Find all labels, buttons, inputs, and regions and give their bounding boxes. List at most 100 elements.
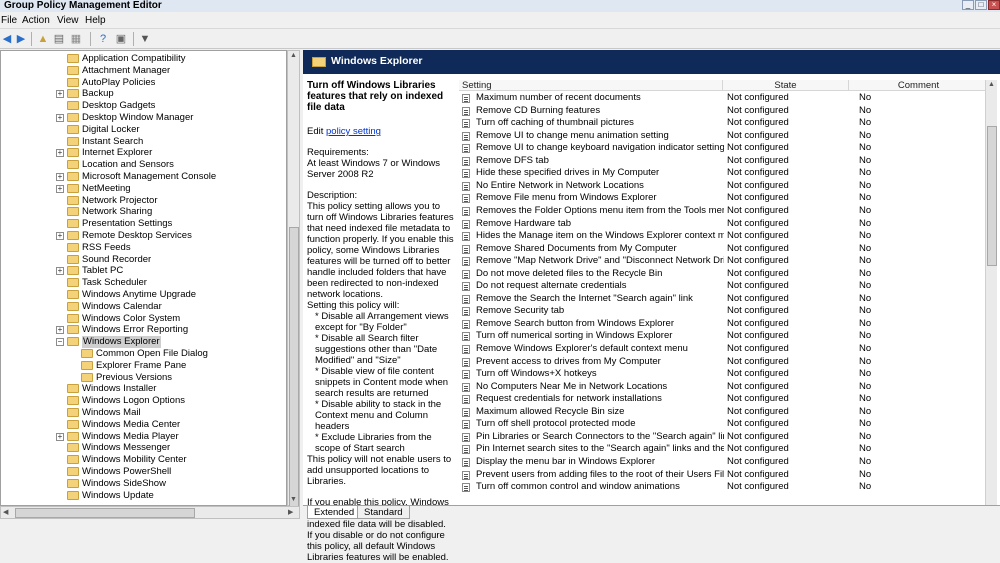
tree-item[interactable]: Previous Versions bbox=[1, 372, 286, 384]
setting-row[interactable]: Pin Libraries or Search Connectors to th… bbox=[459, 431, 997, 444]
tree-item[interactable]: Task Scheduler bbox=[1, 277, 286, 289]
setting-row[interactable]: Maximum allowed Recycle Bin size Not conf… bbox=[459, 406, 997, 419]
setting-row[interactable]: Request credentials for network installa… bbox=[459, 393, 997, 406]
setting-row[interactable]: Remove File menu from Windows Explorer No… bbox=[459, 192, 997, 205]
setting-row[interactable]: Hide these specified drives in My Comput… bbox=[459, 167, 997, 180]
close-button[interactable]: × bbox=[988, 0, 1000, 10]
restore-button[interactable]: □ bbox=[975, 0, 987, 10]
list-vertical-scrollbar[interactable]: ▲ bbox=[985, 80, 997, 510]
expand-icon[interactable]: + bbox=[56, 114, 64, 122]
setting-row[interactable]: Prevent users from adding files to the r… bbox=[459, 469, 997, 482]
properties-icon[interactable]: ▣ bbox=[114, 32, 128, 46]
setting-row[interactable]: Remove Search button from Windows Explor… bbox=[459, 318, 997, 331]
tree-item[interactable]: Windows SideShow bbox=[1, 478, 286, 490]
tree-item[interactable]: RSS Feeds bbox=[1, 242, 286, 254]
tree-item[interactable]: Windows Installer bbox=[1, 383, 286, 395]
setting-row[interactable]: Remove Shared Documents from My Computer… bbox=[459, 243, 997, 256]
tree-item[interactable]: − Windows Explorer bbox=[1, 336, 286, 349]
setting-row[interactable]: Remove UI to change keyboard navigation … bbox=[459, 142, 997, 155]
scroll-up-icon[interactable]: ▲ bbox=[290, 52, 297, 59]
setting-row[interactable]: Pin Internet search sites to the "Search… bbox=[459, 443, 997, 456]
tree-item[interactable]: Attachment Manager bbox=[1, 65, 286, 77]
tree-item[interactable]: Desktop Gadgets bbox=[1, 100, 286, 112]
column-header-setting[interactable]: Setting bbox=[459, 80, 723, 91]
export-list-icon[interactable]: ▦ bbox=[69, 32, 83, 46]
setting-row[interactable]: Display the menu bar in Windows Explorer… bbox=[459, 456, 997, 469]
up-folder-icon[interactable]: ▲ bbox=[36, 32, 50, 46]
tree-item[interactable]: + Remote Desktop Services bbox=[1, 230, 286, 242]
tree-item[interactable]: Windows Mail bbox=[1, 407, 286, 419]
tree-item[interactable]: + Microsoft Management Console bbox=[1, 171, 286, 183]
tree-item[interactable]: + Backup bbox=[1, 88, 286, 100]
tree-item[interactable]: Explorer Frame Pane bbox=[1, 360, 286, 372]
tree-item[interactable]: Network Projector bbox=[1, 195, 286, 207]
setting-row[interactable]: Do not move deleted files to the Recycle… bbox=[459, 268, 997, 281]
minimize-button[interactable]: _ bbox=[962, 0, 974, 10]
setting-row[interactable]: Turn off shell protocol protected mode No… bbox=[459, 418, 997, 431]
expand-icon[interactable]: + bbox=[56, 173, 64, 181]
setting-row[interactable]: Turn off caching of thumbnail pictures No… bbox=[459, 117, 997, 130]
expand-icon[interactable]: + bbox=[56, 184, 64, 193]
tree-item[interactable]: Sound Recorder bbox=[1, 254, 286, 266]
tree-horizontal-scrollbar[interactable]: ◀ ▶ bbox=[0, 506, 300, 519]
tree-item[interactable]: Windows Media Center bbox=[1, 419, 286, 431]
setting-row[interactable]: Remove the Search the Internet "Search a… bbox=[459, 293, 997, 306]
tree-item[interactable]: Application Compatibility bbox=[1, 53, 286, 65]
help-icon[interactable]: ? bbox=[96, 32, 110, 46]
expand-icon[interactable]: + bbox=[56, 267, 64, 276]
tree-item[interactable]: + Desktop Window Manager bbox=[1, 112, 286, 124]
collapse-icon[interactable]: − bbox=[56, 338, 64, 347]
tree-item[interactable]: Windows PowerShell bbox=[1, 466, 286, 478]
setting-row[interactable]: Removes the Folder Options menu item fro… bbox=[459, 205, 997, 218]
setting-row[interactable]: Remove CD Burning features Not configured… bbox=[459, 105, 997, 118]
show-hide-tree-icon[interactable]: ▤ bbox=[52, 32, 66, 46]
tree-item[interactable]: + Tablet PC bbox=[1, 265, 286, 277]
tree-item[interactable]: + Windows Media Player bbox=[1, 431, 286, 443]
tree-item[interactable]: Windows Update bbox=[1, 490, 286, 502]
scroll-up-icon[interactable]: ▲ bbox=[988, 81, 995, 88]
tree-vertical-scrollbar[interactable]: ▲ ▼ bbox=[287, 50, 300, 517]
expand-icon[interactable]: + bbox=[56, 432, 64, 441]
setting-row[interactable]: Hides the Manage item on the Windows Exp… bbox=[459, 230, 997, 243]
edit-policy-link[interactable]: policy setting bbox=[326, 126, 381, 137]
scroll-thumb[interactable] bbox=[987, 126, 997, 266]
tree-item[interactable]: + Internet Explorer bbox=[1, 147, 286, 159]
back-icon[interactable]: ◀ bbox=[0, 32, 14, 46]
scroll-left-icon[interactable]: ◀ bbox=[3, 508, 8, 516]
setting-row[interactable]: Remove Security tab Not configured No bbox=[459, 305, 997, 318]
setting-row[interactable]: Turn off common control and window anima… bbox=[459, 481, 997, 494]
tree-item[interactable]: Digital Locker bbox=[1, 124, 286, 136]
expand-icon[interactable]: + bbox=[56, 326, 64, 335]
tree-item[interactable]: Windows Anytime Upgrade bbox=[1, 289, 286, 301]
scroll-thumb[interactable] bbox=[15, 508, 195, 518]
expand-icon[interactable]: + bbox=[56, 232, 64, 240]
column-header-comment[interactable]: Comment bbox=[849, 80, 989, 91]
setting-row[interactable]: Remove DFS tab Not configured No bbox=[459, 155, 997, 168]
setting-row[interactable]: No Entire Network in Network Locations No… bbox=[459, 180, 997, 193]
setting-row[interactable]: No Computers Near Me in Network Location… bbox=[459, 381, 997, 394]
tab-extended[interactable]: Extended bbox=[307, 506, 362, 519]
expand-icon[interactable]: + bbox=[56, 149, 64, 158]
tree-item[interactable]: AutoPlay Policies bbox=[1, 77, 286, 89]
menu-file[interactable]: File bbox=[1, 15, 17, 26]
expand-icon[interactable]: + bbox=[56, 90, 64, 99]
menu-view[interactable]: View bbox=[57, 15, 79, 26]
tree-item[interactable]: Windows Messenger bbox=[1, 442, 286, 454]
tab-standard[interactable]: Standard bbox=[357, 506, 410, 519]
tree-item[interactable]: Windows Calendar bbox=[1, 301, 286, 313]
tree-item[interactable]: + Windows Error Reporting bbox=[1, 324, 286, 336]
column-header-state[interactable]: State bbox=[723, 80, 849, 91]
menu-action[interactable]: Action bbox=[22, 15, 50, 26]
forward-icon[interactable]: ▶ bbox=[14, 32, 28, 46]
scroll-down-icon[interactable]: ▼ bbox=[290, 496, 297, 503]
setting-row[interactable]: Remove Windows Explorer's default contex… bbox=[459, 343, 997, 356]
setting-row[interactable]: Remove Hardware tab Not configured No bbox=[459, 218, 997, 231]
setting-row[interactable]: Maximum number of recent documents Not co… bbox=[459, 92, 997, 105]
setting-row[interactable]: Prevent access to drives from My Compute… bbox=[459, 356, 997, 369]
setting-row[interactable]: Turn off numerical sorting in Windows Ex… bbox=[459, 330, 997, 343]
menu-help[interactable]: Help bbox=[85, 15, 106, 26]
tree-item[interactable]: Instant Search bbox=[1, 136, 286, 148]
tree-item[interactable]: Windows Color System bbox=[1, 313, 286, 325]
setting-row[interactable]: Remove "Map Network Drive" and "Disconne… bbox=[459, 255, 997, 268]
tree-item[interactable]: Windows Mobility Center bbox=[1, 454, 286, 466]
